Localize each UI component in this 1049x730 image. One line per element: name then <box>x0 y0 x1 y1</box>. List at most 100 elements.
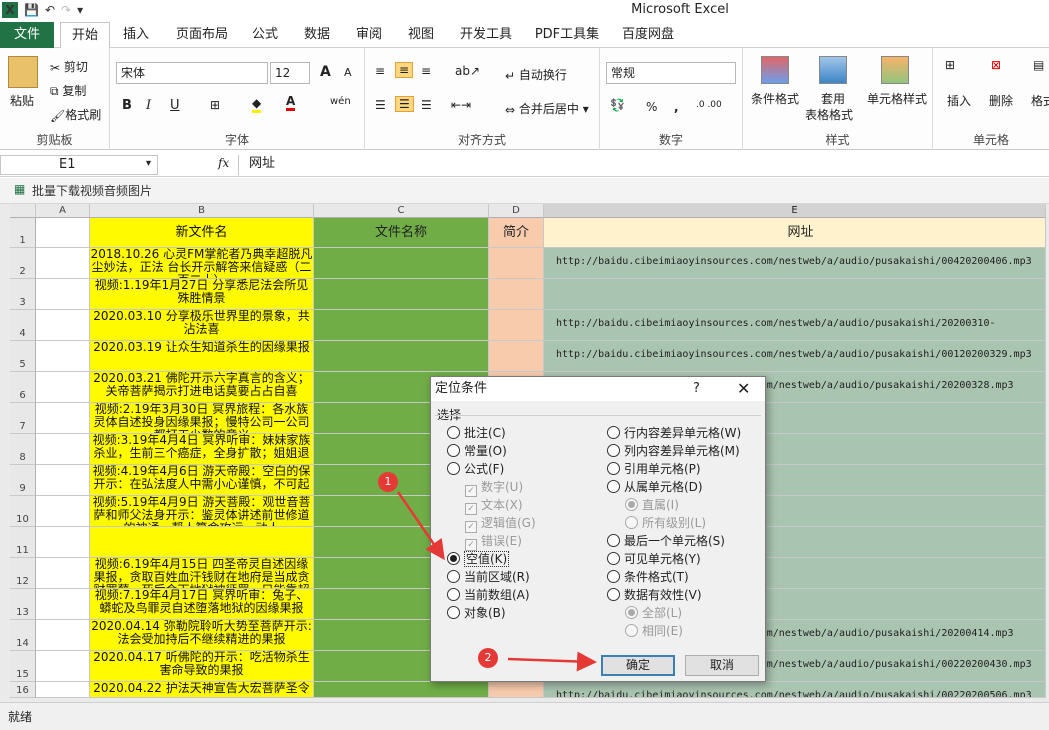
cell-b-7[interactable]: 视频:2.19年3月30日 冥界旅程：各水族灵体自述投身因缘果报；慢特公司一公司… <box>90 403 314 434</box>
cell-b-1[interactable]: 新文件名 <box>90 218 314 248</box>
format-cells-icon[interactable]: ▤ <box>1033 58 1044 72</box>
cell-e-5[interactable]: http://baidu.cibeimiaoyinsources.com/nes… <box>544 341 1046 372</box>
right-option-8[interactable]: 条件格式(T) <box>607 569 689 585</box>
currency-icon[interactable]: 💱 <box>610 98 625 112</box>
tab-home[interactable]: 开始 <box>60 22 110 49</box>
cell-c-16[interactable] <box>314 682 489 698</box>
fill-color-icon[interactable]: ◆ <box>252 96 262 113</box>
tab-data[interactable]: 数据 <box>298 22 336 48</box>
cell-e-4[interactable]: http://baidu.cibeimiaoyinsources.com/nes… <box>544 310 1046 341</box>
align-middle-icon[interactable]: ≡ <box>395 62 414 78</box>
cell-a-9[interactable] <box>36 465 90 496</box>
cancel-button[interactable]: 取消 <box>685 655 759 676</box>
cell-c-5[interactable] <box>314 341 489 372</box>
font-size-select[interactable]: 12 <box>270 62 310 84</box>
right-option-3[interactable]: 从属单元格(D) <box>607 479 703 495</box>
cell-d-4[interactable] <box>489 310 544 341</box>
cell-e-2[interactable]: http://baidu.cibeimiaoyinsources.com/nes… <box>544 248 1046 279</box>
cell-c-2[interactable] <box>314 248 489 279</box>
cell-e-1[interactable]: 网址 <box>544 218 1046 248</box>
grow-font-button[interactable]: A <box>320 64 331 80</box>
cell-a-5[interactable] <box>36 341 90 372</box>
delete-cells-button[interactable]: 删除 <box>989 92 1013 109</box>
cell-c-3[interactable] <box>314 279 489 310</box>
decimal-icon[interactable]: .0 .00 <box>696 100 722 110</box>
close-button[interactable]: ✕ <box>737 377 750 401</box>
cell-b-9[interactable]: 视频:4.19年4月6日 游天帝殿：空白的保开示：在弘法度人中需小心谨慎，不可起 <box>90 465 314 496</box>
cell-style-button[interactable]: 单元格样式 <box>867 90 927 107</box>
cell-a-14[interactable] <box>36 620 90 651</box>
save-icon[interactable]: 💾 <box>24 3 39 17</box>
cell-a-6[interactable] <box>36 372 90 403</box>
left-option-1[interactable]: 常量(O) <box>447 443 507 459</box>
row-header[interactable]: 15 <box>10 651 36 682</box>
cell-a-10[interactable] <box>36 496 90 527</box>
cell-b-6[interactable]: 2020.03.21 佛陀开示六字真言的含义；关帝菩萨揭示打进电话莫要占占自喜 <box>90 372 314 403</box>
paste-icon[interactable] <box>8 56 38 88</box>
right-option-1[interactable]: 列内容差异单元格(M) <box>607 443 740 459</box>
tab-baidu-netdisk[interactable]: 百度网盘 <box>616 22 680 48</box>
left-option-9[interactable]: 当前数组(A) <box>447 587 530 603</box>
cell-b-16[interactable]: 2020.04.22 护法天神宣告大宏菩萨圣令 <box>90 682 314 698</box>
row-header[interactable]: 8 <box>10 434 36 465</box>
row-header[interactable]: 10 <box>10 496 36 527</box>
align-bottom-icon[interactable]: ≡ <box>421 64 431 78</box>
right-option-0[interactable]: 行内容差异单元格(W) <box>607 425 741 441</box>
cell-d-1[interactable]: 简介 <box>489 218 544 248</box>
cell-d-2[interactable] <box>489 248 544 279</box>
tab-insert[interactable]: 插入 <box>116 22 156 48</box>
cell-a-13[interactable] <box>36 589 90 620</box>
column-header-e[interactable]: E <box>544 204 1046 218</box>
cell-e-16[interactable]: http://baidu.cibeimiaoyinsources.com/nes… <box>544 682 1046 698</box>
cell-b-13[interactable]: 视频:7.19年4月17日 冥界听审：兔子、蟒蛇及鸟罪灵自述堕落地狱的因缘果报 <box>90 589 314 620</box>
number-format-select[interactable]: 常规 <box>606 62 736 84</box>
row-header[interactable]: 9 <box>10 465 36 496</box>
cell-a-7[interactable] <box>36 403 90 434</box>
tab-formulas[interactable]: 公式 <box>246 22 284 48</box>
align-top-icon[interactable]: ≡ <box>375 64 385 78</box>
row-header[interactable]: 14 <box>10 620 36 651</box>
left-option-0[interactable]: 批注(C) <box>447 425 506 441</box>
row-header[interactable]: 12 <box>10 558 36 589</box>
cell-b-4[interactable]: 2020.03.10 分享极乐世界里的景象，共沾法喜 <box>90 310 314 341</box>
conditional-format-button[interactable]: 条件格式 <box>751 90 799 107</box>
cell-b-15[interactable]: 2020.04.17 听佛陀的开示：吃活物杀生害命导致的果报 <box>90 651 314 682</box>
cell-a-2[interactable] <box>36 248 90 279</box>
cut-button[interactable]: ✂ 剪切 <box>50 58 88 75</box>
format-cells-button[interactable]: 格式 <box>1031 92 1049 109</box>
paste-button[interactable]: 粘贴 <box>10 92 34 109</box>
insert-cells-icon[interactable]: ⊞ <box>945 58 955 72</box>
left-option-10[interactable]: 对象(B) <box>447 605 506 621</box>
cell-b-8[interactable]: 视频:3.19年4月4日 冥界听审：妹妹家族杀业，生前三个癌症，全身扩散；姐姐退 <box>90 434 314 465</box>
cell-b-14[interactable]: 2020.04.14 弥勒院聆听大势至菩萨开示:法会受加持后不继续精进的果报 <box>90 620 314 651</box>
cell-b-3[interactable]: 视频:1.19年1月27日 分享悉尼法会所见殊胜情景 <box>90 279 314 310</box>
help-button[interactable]: ? <box>693 377 700 401</box>
cell-d-5[interactable] <box>489 341 544 372</box>
merge-center-button[interactable]: ⇔ 合并后居中 ▾ <box>505 100 589 117</box>
tab-view[interactable]: 视图 <box>402 22 440 48</box>
cell-b-2[interactable]: 2018.10.26 心灵FM掌舵者乃典幸超脱凡尘妙法，正法 台长开示解答来信疑… <box>90 248 314 279</box>
cell-c-4[interactable] <box>314 310 489 341</box>
row-header[interactable]: 3 <box>10 279 36 310</box>
cell-a-3[interactable] <box>36 279 90 310</box>
row-header[interactable]: 5 <box>10 341 36 372</box>
left-option-2[interactable]: 公式(F) <box>447 461 504 477</box>
shrink-font-button[interactable]: A <box>344 66 352 79</box>
cell-d-3[interactable] <box>489 279 544 310</box>
copy-button[interactable]: ⧉ 复制 <box>50 82 86 99</box>
align-left-icon[interactable]: ☰ <box>375 98 386 112</box>
font-name-select[interactable]: 宋体 <box>116 62 268 84</box>
right-option-7[interactable]: 可见单元格(Y) <box>607 551 701 567</box>
cell-e-3[interactable] <box>544 279 1046 310</box>
redo-icon[interactable]: ↷ <box>61 3 71 17</box>
row-header[interactable]: 11 <box>10 527 36 558</box>
italic-button[interactable]: I <box>146 98 151 113</box>
row-header[interactable]: 13 <box>10 589 36 620</box>
indent-icon[interactable]: ⇤⇥ <box>451 98 471 112</box>
border-icon[interactable]: ⊞ <box>210 98 220 112</box>
undo-icon[interactable]: ↶ <box>45 3 55 17</box>
table-format-icon[interactable] <box>819 56 847 84</box>
insert-cells-button[interactable]: 插入 <box>947 92 971 109</box>
row-header[interactable]: 16 <box>10 682 36 698</box>
orientation-icon[interactable]: ab↗ <box>455 64 480 78</box>
